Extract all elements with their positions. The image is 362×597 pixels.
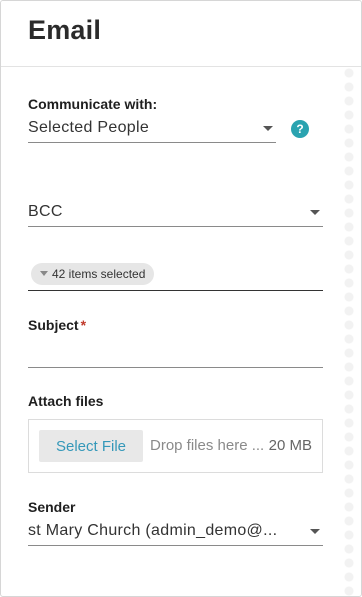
required-marker: * <box>80 317 87 333</box>
sender-value: st Mary Church (admin_demo@... <box>28 522 278 539</box>
question-mark-icon: ? <box>296 122 304 136</box>
page-title: Email <box>28 15 102 45</box>
email-panel: Email Communicate with: Selected People … <box>0 0 362 597</box>
attach-files-label: Attach files <box>28 393 104 409</box>
selected-items-chip[interactable]: 42 items selected <box>31 263 155 285</box>
communicate-with-value: Selected People <box>28 119 150 136</box>
chevron-down-icon <box>263 126 273 131</box>
scroll-gutter <box>343 67 361 596</box>
bcc-select[interactable]: BCC <box>28 198 323 227</box>
chevron-down-icon <box>40 271 48 277</box>
communicate-with-select[interactable]: Selected People <box>28 114 276 143</box>
bcc-value: BCC <box>28 203 63 220</box>
panel-header: Email <box>1 1 361 67</box>
recipients-field[interactable]: 42 items selected <box>28 261 323 291</box>
sender-select[interactable]: st Mary Church (admin_demo@... <box>28 517 323 546</box>
subject-input[interactable] <box>28 337 323 368</box>
chevron-down-icon <box>310 210 320 215</box>
file-dropzone[interactable]: Select File Drop files here ... 20 MB <box>28 419 323 473</box>
sender-label: Sender <box>28 499 76 515</box>
subject-label: Subject * <box>28 317 86 333</box>
chevron-down-icon <box>310 529 320 534</box>
selected-items-label: 42 items selected <box>52 267 146 281</box>
max-file-size: 20 MB <box>268 437 312 454</box>
select-file-button[interactable]: Select File <box>39 430 143 462</box>
help-icon[interactable]: ? <box>291 120 309 138</box>
subject-label-text: Subject <box>28 317 79 333</box>
communicate-with-label: Communicate with: <box>28 96 158 112</box>
drop-files-hint: Drop files here ... <box>150 437 265 454</box>
